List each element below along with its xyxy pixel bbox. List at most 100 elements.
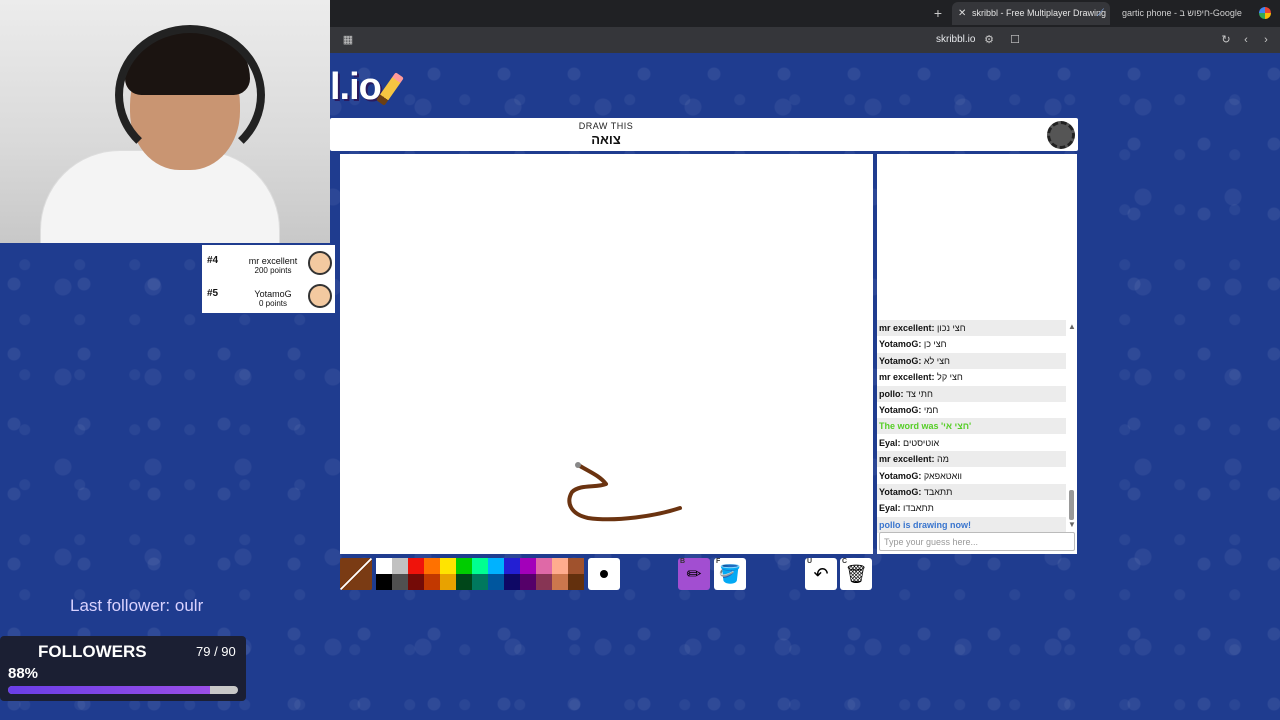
new-tab-icon[interactable]: + (930, 5, 946, 21)
color-swatch[interactable] (536, 574, 552, 590)
chat-empty-area (877, 154, 1077, 320)
fill-bucket-icon: 🪣 (718, 564, 742, 584)
chat-username: YotamoG: (879, 405, 922, 415)
site-settings-icon[interactable]: ⚙ (981, 32, 997, 48)
clear-button[interactable]: C 🗑 (840, 558, 872, 590)
url-text[interactable]: skribbl.io (936, 27, 975, 53)
chat-text: חצי נכון (937, 323, 966, 333)
chat-username: pollo: (879, 388, 904, 399)
back-icon[interactable]: ‹ (1238, 32, 1254, 48)
color-swatch[interactable] (536, 558, 552, 574)
followers-goal-widget: FOLLOWERS 79 / 90 88% (0, 636, 246, 701)
undo-button[interactable]: U ↶ (805, 558, 837, 590)
google-icon (1259, 7, 1271, 19)
color-swatch[interactable] (456, 574, 472, 590)
shortcut-key: B (680, 558, 686, 565)
current-color-preview (340, 558, 372, 590)
chat-username: Eyal: (879, 437, 901, 448)
color-swatch[interactable] (456, 558, 472, 574)
player-row: #4 mr excellent 200 points (202, 246, 335, 279)
chat-text: וואטאפאק (923, 470, 962, 481)
chat-message: mr excellent: מה (877, 451, 1066, 468)
last-follower-label: Last follower: oulr (70, 596, 204, 615)
player-name: mr excellent (248, 256, 298, 266)
chat-text: The word was 'חצי אי' (879, 421, 972, 432)
color-swatch[interactable] (488, 574, 504, 590)
chat-message: YotamoG: חמי (877, 402, 1066, 418)
chat-message: pollo is drawing now! (877, 516, 1066, 533)
chat-message: YotamoG: חצי לא (877, 352, 1066, 369)
close-tab-icon[interactable]: ✕ (958, 2, 966, 25)
color-swatch[interactable] (408, 558, 424, 574)
game-header: DRAW THIS צואה (330, 118, 1078, 151)
word-to-draw: צואה (591, 132, 621, 147)
color-swatch[interactable] (472, 574, 488, 590)
pencil-tool-button[interactable]: B ✏ (678, 558, 710, 590)
player-name: YotamoG (254, 289, 292, 299)
trash-icon: 🗑 (844, 564, 868, 584)
color-swatch[interactable] (424, 558, 440, 574)
brush-size-button[interactable] (588, 558, 620, 590)
headset-icon (115, 25, 265, 165)
color-swatch[interactable] (392, 574, 408, 590)
chat-username: YotamoG: (879, 339, 922, 350)
chat-text: מה (937, 454, 949, 465)
guess-input[interactable] (879, 532, 1075, 551)
color-swatch[interactable] (552, 558, 568, 574)
color-swatch[interactable] (376, 574, 392, 590)
color-swatch[interactable] (440, 574, 456, 590)
color-swatch[interactable] (552, 574, 568, 590)
brown-stroke-drawing (567, 462, 682, 522)
chat-scrollbar[interactable] (1069, 490, 1074, 520)
color-swatch[interactable] (488, 558, 504, 574)
skribbl-logo: l.io (330, 66, 404, 109)
settings-gear-icon[interactable] (1047, 121, 1075, 149)
color-swatch[interactable] (392, 558, 408, 574)
fill-tool-button[interactable]: F 🪣 (714, 558, 746, 590)
chat-username: Eyal: (879, 503, 901, 514)
chat-message: YotamoG: תתאבד (877, 484, 1066, 500)
color-swatch[interactable] (376, 558, 392, 574)
logo-text: l.io (330, 66, 382, 108)
player-list: #4 mr excellent 200 points #5 YotamoG 0 … (202, 245, 335, 313)
color-swatch[interactable] (504, 558, 520, 574)
color-swatch[interactable] (520, 558, 536, 574)
scroll-up-icon[interactable]: ▲ (1068, 322, 1076, 331)
color-swatch[interactable] (440, 558, 456, 574)
drawing-canvas[interactable] (340, 154, 873, 554)
color-swatch[interactable] (424, 574, 440, 590)
color-swatch[interactable] (504, 574, 520, 590)
reload-icon[interactable]: ↻ (1218, 32, 1234, 48)
chat-text: חצי לא (923, 355, 950, 366)
chat-message: Eyal: תתאבדו (877, 500, 1066, 516)
reader-icon[interactable]: ▦ (340, 32, 356, 48)
loading-icon: ⟋ (1097, 8, 1104, 19)
chat-username: YotamoG: (879, 470, 922, 481)
color-swatch[interactable] (408, 574, 424, 590)
chat-text: חצי קל (937, 372, 963, 383)
player-rank: #5 (207, 288, 219, 299)
undo-icon: ↶ (813, 564, 829, 584)
pencil-icon: ✏ (686, 564, 702, 584)
chat-username: mr excellent: (879, 454, 935, 465)
chat-message: mr excellent: חצי נכון (877, 320, 1066, 336)
chat-message: The word was 'חצי אי' (877, 418, 1066, 435)
scroll-down-icon[interactable]: ▼ (1068, 520, 1076, 529)
chat-message: Eyal: אוטיסטים (877, 435, 1066, 451)
tab-gartic[interactable]: gartic phone - חיפוש ב-Google (1114, 2, 1256, 25)
forward-icon[interactable]: › (1258, 32, 1274, 48)
chat-text: תתאבד (923, 487, 953, 497)
player-points: 0 points (258, 299, 288, 308)
chat-message: mr excellent: חצי קל (877, 369, 1066, 385)
chat-text: חמי (923, 405, 939, 415)
color-swatch[interactable] (568, 574, 584, 590)
bookmark-icon[interactable]: ☐ (1007, 32, 1023, 48)
color-swatch[interactable] (472, 558, 488, 574)
tab-skribbl[interactable]: ✕ skribbl - Free Multiplayer Drawing ⟋ (952, 2, 1110, 25)
color-swatch[interactable] (568, 558, 584, 574)
chat-username: mr excellent: (879, 323, 935, 333)
color-swatch[interactable] (520, 574, 536, 590)
chat-text: pollo is drawing now! (879, 519, 971, 530)
chat-text: חתי צד (906, 388, 933, 399)
tab-title: skribbl - Free Multiplayer Drawing (972, 8, 1107, 18)
